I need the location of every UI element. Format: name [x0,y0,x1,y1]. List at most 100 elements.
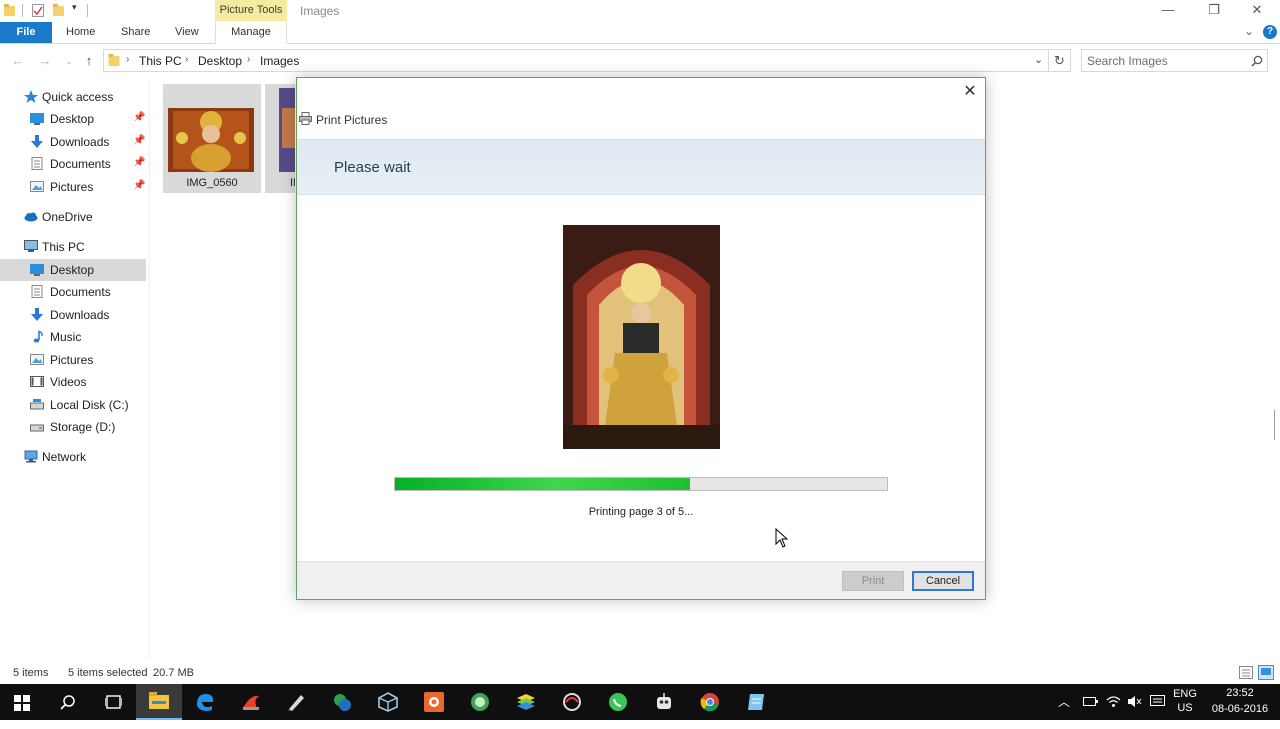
minimize-button[interactable]: — [1145,0,1191,22]
wifi-icon[interactable] [1106,694,1121,708]
nav-item-desktop-pinned[interactable]: Desktop 📌 [0,108,146,130]
pin-icon: 📌 [133,112,146,123]
file-name: IM [290,177,295,189]
nav-item-videos[interactable]: Videos [0,371,146,393]
clock-date[interactable]: 08-06-2016 [1205,703,1275,715]
taskbar-cube-app[interactable] [365,684,411,720]
videos-icon [30,376,44,387]
nav-item-storage-d[interactable]: Storage (D:) [0,416,146,438]
taskbar-app-orange[interactable] [411,684,457,720]
help-icon[interactable]: ? [1263,25,1277,39]
nav-item-label: This PC [42,240,85,254]
taskbar-robot-app[interactable] [641,684,687,720]
scrollbar-edge[interactable] [1274,410,1280,440]
pin-icon: 📌 [133,135,146,146]
tab-file[interactable]: File [0,22,52,43]
taskbar-android-app[interactable] [457,684,503,720]
address-bar-row: ← → ⌄ ↑ › This PC › Desktop › Images ⌄ ↻ [0,46,1280,76]
recent-locations-chevron-icon[interactable]: ⌄ [60,52,78,70]
pictures-icon [30,181,44,192]
tab-manage[interactable]: Manage [215,22,287,44]
status-bar: 5 items 5 items selected 20.7 MB [0,662,1280,684]
documents-icon [31,285,43,298]
print-pictures-dialog: ✕ Print Pictures Please wait Printing pa… [296,77,986,600]
taskbar-bluestacks[interactable] [503,684,549,720]
print-button[interactable]: Print [842,571,904,591]
taskbar-app-red[interactable] [228,684,274,720]
nav-item-downloads-pinned[interactable]: Downloads 📌 [0,131,146,153]
search-input[interactable] [1087,52,1237,69]
navigation-pane: Quick access Desktop 📌 Downloads 📌 Docum… [0,80,150,660]
language-indicator[interactable]: ENG US [1173,688,1197,724]
tray-overflow-chevron-icon[interactable]: ︿ [1058,693,1070,729]
chrome-icon [700,693,719,712]
print-progress-bar [394,477,888,491]
taskbar-pen-app[interactable] [273,684,319,720]
mouse-cursor-icon [775,528,789,548]
large-icons-view-icon[interactable] [1258,665,1274,680]
nav-item-pictures[interactable]: Pictures [0,349,146,371]
close-button[interactable]: ✕ [1234,0,1280,22]
nav-item-onedrive[interactable]: OneDrive [0,206,146,228]
taskbar-app-green[interactable] [319,684,365,720]
taskbar-edge[interactable] [182,684,228,720]
windows-logo-icon [14,695,30,711]
task-view-button[interactable] [90,684,136,720]
start-button[interactable] [0,684,46,720]
address-box[interactable]: › This PC › Desktop › Images ⌄ [103,49,1049,72]
file-explorer-icon [149,692,169,709]
dialog-close-button[interactable]: ✕ [961,83,979,101]
cancel-button[interactable]: Cancel [912,571,974,591]
file-thumbnail-img-0560[interactable]: IMG_0560 [163,84,261,193]
breadcrumb-desktop[interactable]: Desktop [198,54,242,68]
nav-item-documents[interactable]: Documents [0,281,146,303]
taskbar-whatsapp[interactable] [595,684,641,720]
taskbar-notepad[interactable] [733,684,779,720]
tab-share[interactable]: Share [121,22,150,43]
tab-home[interactable]: Home [66,22,95,43]
restore-button[interactable]: ❐ [1191,0,1237,22]
nav-item-local-disk-c[interactable]: Local Disk (C:) [0,394,146,416]
taskbar: ︿ ENG US 23:52 08-06-2016 [0,684,1280,720]
nav-item-downloads[interactable]: Downloads [0,304,146,326]
nav-item-pictures-pinned[interactable]: Pictures 📌 [0,176,146,198]
nav-item-desktop[interactable]: Desktop [0,259,146,281]
breadcrumb-this-pc[interactable]: This PC [139,54,182,68]
address-dropdown-chevron-icon[interactable]: ⌄ [1034,53,1043,66]
breadcrumb-images[interactable]: Images [260,54,299,68]
nav-item-music[interactable]: Music [0,326,146,348]
nav-item-this-pc[interactable]: This PC [0,236,146,258]
ribbon-tab-bar: File Home Share View Manage ⌄ ? [0,22,1280,44]
chevron-down-icon[interactable]: ⌄ [1244,24,1254,38]
desktop-icon [30,264,44,276]
nav-item-network[interactable]: Network [0,446,146,468]
taskbar-search-button[interactable] [45,684,91,720]
battery-icon[interactable] [1083,696,1098,707]
clock-time[interactable]: 23:52 [1210,687,1270,699]
nav-item-label: Pictures [50,180,94,194]
nav-item-label: Storage (D:) [50,420,116,434]
computer-icon [24,240,38,252]
properties-icon[interactable] [32,4,44,17]
action-center-icon[interactable] [1150,695,1165,708]
nav-item-documents-pinned[interactable]: Documents 📌 [0,153,146,175]
up-arrow-icon[interactable]: ↑ [80,52,98,70]
taskbar-file-explorer[interactable] [136,684,182,720]
tab-view[interactable]: View [175,22,199,43]
customize-toolbar-icon[interactable]: ▾ [72,2,77,13]
search-box[interactable] [1081,49,1268,72]
folder-icon [108,54,120,66]
forward-arrow-icon[interactable]: → [36,52,54,70]
back-arrow-icon[interactable]: ← [9,52,27,70]
window-title: Images [300,4,340,18]
details-view-icon[interactable] [1239,666,1253,679]
taskbar-chrome[interactable] [687,684,733,720]
file-thumbnail-partial[interactable]: IM [265,84,295,193]
refresh-icon[interactable]: ↻ [1049,49,1071,72]
new-folder-icon[interactable] [53,4,65,17]
nav-item-quick-access[interactable]: Quick access [0,86,146,108]
volume-muted-icon[interactable] [1127,695,1142,708]
cube-icon [378,692,398,712]
taskbar-recycle-app[interactable] [549,684,595,720]
photo-thumbnail [168,108,254,172]
